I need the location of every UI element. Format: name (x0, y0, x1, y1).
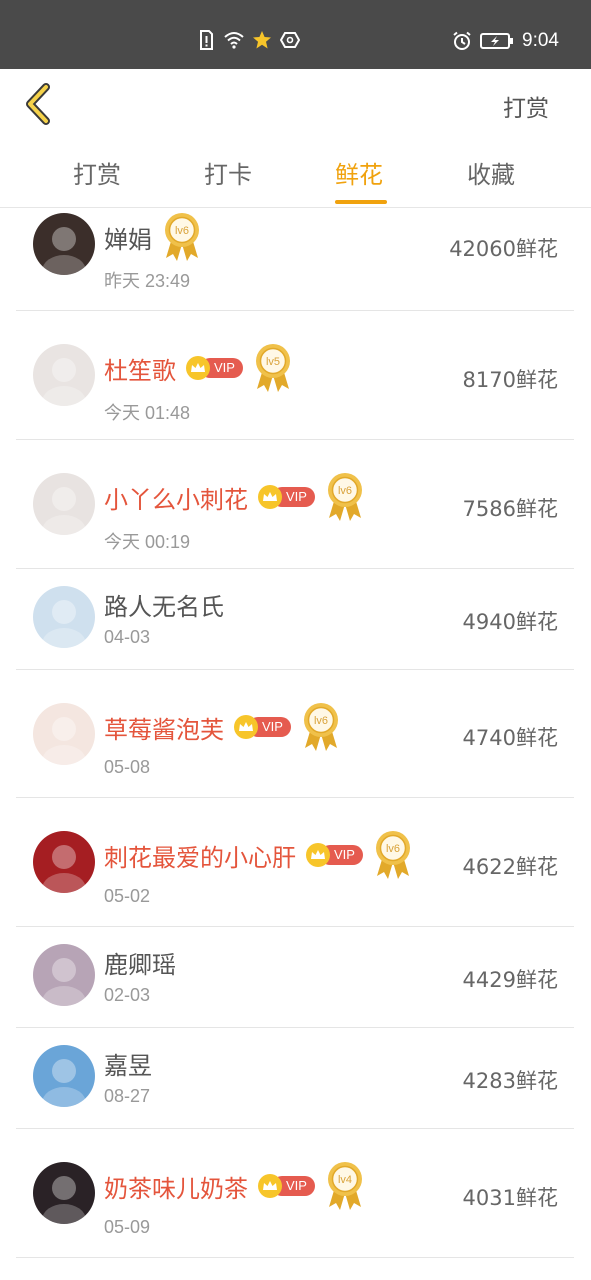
list-item[interactable]: 奶茶味儿奶茶 VIP lv4 05-09 4031鲜花 (16, 1129, 574, 1258)
crown-icon (306, 843, 330, 867)
avatar[interactable] (33, 586, 95, 648)
battery-charging-icon (480, 33, 514, 49)
tab-reward[interactable]: 打赏 (73, 155, 121, 190)
reward-button[interactable]: 打赏 (503, 89, 549, 123)
user-name-line: 小丫么小刺花 VIP lv6 (104, 472, 365, 522)
user-name-line: 嘉昱 (104, 1046, 152, 1081)
flower-count: 4622鲜花 (462, 855, 558, 879)
level-medal-icon: lv5 (253, 343, 293, 393)
crown-icon (234, 715, 258, 739)
tab-bar: 打赏 打卡 鲜花 收藏 (0, 139, 591, 208)
flower-count: 4940鲜花 (462, 610, 558, 634)
user-name[interactable]: 嘉昱 (104, 1046, 152, 1081)
list-item[interactable]: 鹿卿瑶 02-03 4429鲜花 (16, 927, 574, 1028)
user-name[interactable]: 奶茶味儿奶茶 (104, 1169, 248, 1204)
list-item[interactable]: 刺花最爱的小心肝 VIP lv6 05-02 4622鲜花 (16, 798, 574, 927)
list-item[interactable]: 路人无名氏 04-03 4940鲜花 (16, 569, 574, 670)
level-label: lv6 (386, 843, 400, 855)
level-label: lv6 (314, 715, 328, 727)
user-name-line: 奶茶味儿奶茶 VIP lv4 (104, 1161, 365, 1211)
timestamp: 02-03 (104, 985, 151, 1005)
avatar[interactable] (33, 1045, 95, 1107)
alarm-icon (453, 31, 471, 50)
crown-icon (186, 356, 210, 380)
status-bar: 9:04 (0, 0, 591, 69)
level-medal-icon: lv6 (162, 212, 202, 262)
vip-badge: VIP (258, 485, 315, 509)
avatar[interactable] (33, 831, 95, 893)
crown-icon (258, 1174, 282, 1198)
avatar[interactable] (33, 213, 95, 275)
hexagon-icon (280, 32, 300, 48)
list-item[interactable]: 嘉昱 08-27 4283鲜花 (16, 1028, 574, 1129)
flower-count: 42060鲜花 (449, 237, 558, 261)
avatar[interactable] (33, 1162, 95, 1224)
user-name-line: 路人无名氏 (104, 587, 224, 622)
level-medal-icon: lv6 (301, 702, 341, 752)
user-name-line: 鹿卿瑶 (104, 945, 176, 980)
list-item[interactable]: 婵娟 lv6 昨天 23:49 42060鲜花 (16, 208, 574, 311)
tab-favorites[interactable]: 收藏 (467, 155, 515, 190)
user-name[interactable]: 小丫么小刺花 (104, 480, 248, 515)
timestamp: 今天 00:19 (104, 532, 191, 552)
wifi-icon (224, 32, 244, 49)
level-label: lv6 (175, 225, 189, 237)
level-medal-icon: lv4 (325, 1161, 365, 1211)
user-name[interactable]: 草莓酱泡芙 (104, 710, 224, 745)
user-name[interactable]: 婵娟 (104, 220, 152, 255)
flower-count: 4031鲜花 (462, 1186, 558, 1210)
crown-icon (258, 485, 282, 509)
clock-time: 9:04 (522, 30, 559, 51)
vip-badge: VIP (186, 356, 243, 380)
timestamp: 今天 01:48 (104, 403, 191, 423)
timestamp: 08-27 (104, 1086, 151, 1106)
flower-count: 7586鲜花 (462, 497, 558, 521)
vip-badge: VIP (234, 715, 291, 739)
list-item[interactable]: 杜笙歌 VIP lv5 今天 01:48 8170鲜花 (16, 311, 574, 440)
back-arrow-icon[interactable] (22, 83, 58, 125)
level-label: lv6 (338, 485, 352, 497)
level-medal-icon: lv6 (373, 830, 413, 880)
user-name[interactable]: 刺花最爱的小心肝 (104, 838, 296, 873)
top-bar: 打赏 (0, 69, 591, 139)
level-label: lv4 (338, 1174, 352, 1186)
user-name-line: 婵娟 lv6 (104, 212, 202, 262)
status-icons-center (196, 30, 300, 50)
list-item[interactable]: 草莓酱泡芙 VIP lv6 05-08 4740鲜花 (16, 670, 574, 798)
timestamp: 04-03 (104, 627, 151, 647)
avatar[interactable] (33, 703, 95, 765)
active-tab-indicator (335, 200, 387, 204)
user-name-line: 草莓酱泡芙 VIP lv6 (104, 702, 341, 752)
flower-count: 4740鲜花 (462, 726, 558, 750)
user-name-line: 刺花最爱的小心肝 VIP lv6 (104, 830, 413, 880)
tab-checkin[interactable]: 打卡 (204, 155, 252, 190)
flower-count: 4429鲜花 (462, 968, 558, 992)
timestamp: 05-09 (104, 1217, 151, 1237)
avatar[interactable] (33, 944, 95, 1006)
flower-ranking-list: 婵娟 lv6 昨天 23:49 42060鲜花杜笙歌 VIP lv5 今天 01:48 817… (16, 208, 574, 1258)
status-icons-right: 9:04 (452, 30, 559, 52)
timestamp: 昨天 23:49 (104, 271, 191, 291)
user-name[interactable]: 路人无名氏 (104, 587, 224, 622)
sim-alert-icon (200, 30, 213, 50)
avatar[interactable] (33, 473, 95, 535)
vip-badge: VIP (258, 1174, 315, 1198)
timestamp: 05-08 (104, 757, 151, 777)
user-name[interactable]: 鹿卿瑶 (104, 945, 176, 980)
level-label: lv5 (266, 356, 280, 368)
list-item[interactable]: 小丫么小刺花 VIP lv6 今天 00:19 7586鲜花 (16, 440, 574, 569)
flower-count: 8170鲜花 (462, 368, 558, 392)
user-name-line: 杜笙歌 VIP lv5 (104, 343, 293, 393)
avatar[interactable] (33, 344, 95, 406)
tab-flowers[interactable]: 鲜花 (335, 155, 383, 190)
flower-count: 4283鲜花 (462, 1069, 558, 1093)
star-icon (253, 31, 271, 49)
vip-badge: VIP (306, 843, 363, 867)
timestamp: 05-02 (104, 886, 151, 906)
level-medal-icon: lv6 (325, 472, 365, 522)
user-name[interactable]: 杜笙歌 (104, 351, 176, 386)
